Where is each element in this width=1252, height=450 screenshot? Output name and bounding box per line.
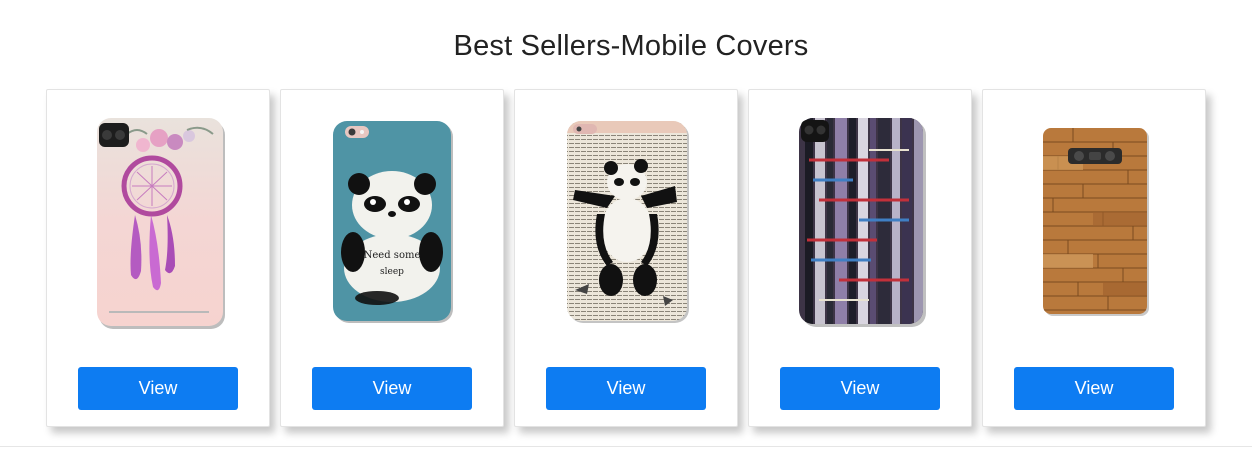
product-card: View <box>46 89 270 427</box>
product-card: Need some sleep View <box>280 89 504 427</box>
product-card: View <box>982 89 1206 427</box>
product-image-dreamcatcher[interactable] <box>47 90 269 352</box>
product-image-panda-sleep[interactable]: Need some sleep <box>281 90 503 352</box>
panda-caption-line1: Need some <box>364 250 421 261</box>
view-button[interactable]: View <box>312 367 472 410</box>
section-divider <box>0 446 1252 447</box>
product-card: View <box>748 89 972 427</box>
product-grid: View Need some sleep View View View View <box>46 89 1206 429</box>
panda-caption-line2: sleep <box>380 267 404 277</box>
product-image-wood[interactable] <box>983 90 1205 352</box>
product-image-abstract-paint[interactable] <box>749 90 971 352</box>
product-card: View <box>514 89 738 427</box>
view-button[interactable]: View <box>1014 367 1174 410</box>
product-image-banksy-panda[interactable] <box>515 90 737 352</box>
view-button[interactable]: View <box>780 367 940 410</box>
view-button[interactable]: View <box>546 367 706 410</box>
view-button[interactable]: View <box>78 367 238 410</box>
section-title: Best Sellers-Mobile Covers <box>453 30 809 62</box>
